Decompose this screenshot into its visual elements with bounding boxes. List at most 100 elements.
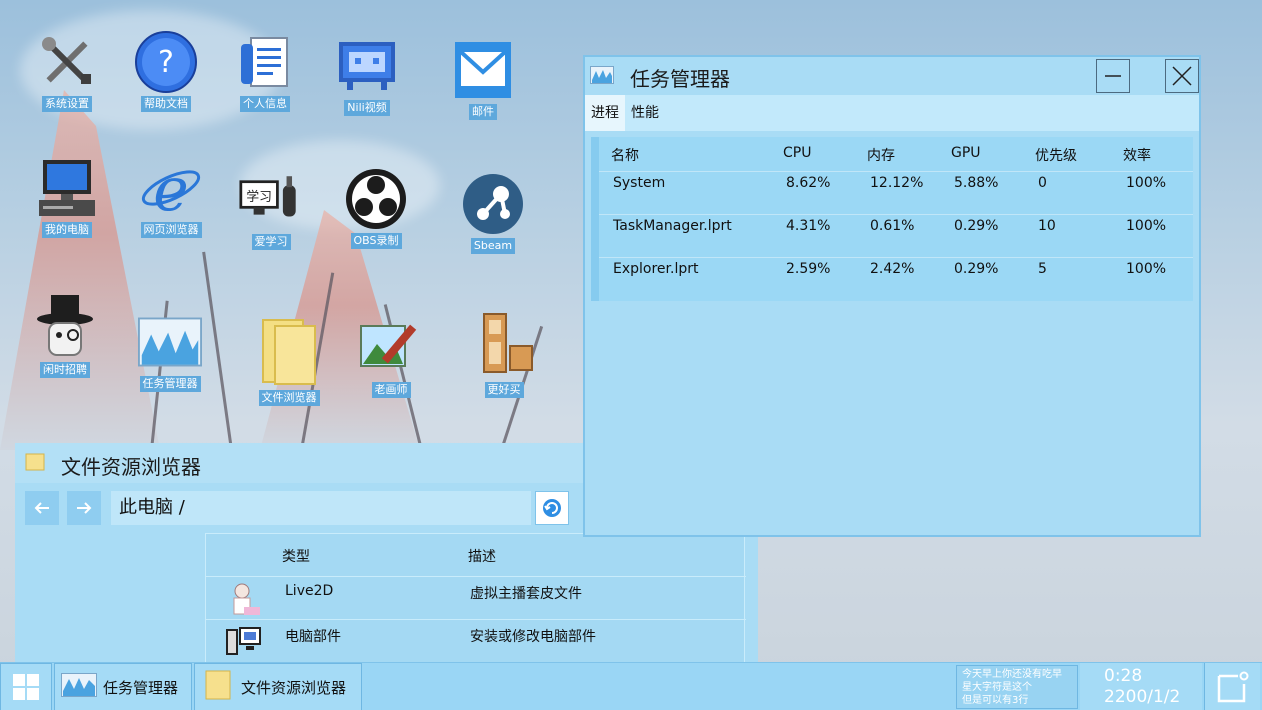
process-cpu: 8.62% — [786, 175, 831, 191]
refresh-icon — [543, 499, 561, 517]
mail-icon — [451, 38, 515, 102]
browser-icon: e — [139, 156, 203, 220]
desktop-icon-label: 闲时招聘 — [40, 362, 90, 378]
minimize-icon — [1105, 75, 1121, 77]
taskbar-item-label: 任务管理器 — [103, 678, 179, 697]
process-row[interactable]: Explorer.lprt 2.59% 2.42% 0.29% 5 100% — [599, 257, 1193, 300]
clock-date: 2200/1/2 — [1104, 687, 1181, 707]
back-button[interactable] — [25, 491, 59, 525]
study-icon: 学习 — [239, 168, 303, 232]
process-row[interactable]: TaskManager.lprt 4.31% 0.61% 0.29% 10 10… — [599, 214, 1193, 257]
desktop-icon-label: 老画师 — [371, 382, 411, 398]
desktop-icon-settings[interactable]: 系统设置 — [22, 30, 112, 112]
folder-icon — [205, 670, 231, 704]
file-desc: 虚拟主播套皮文件 — [470, 586, 582, 602]
tab-processes[interactable]: 进程 — [585, 95, 625, 131]
taskbar-notice: 今天早上你还没有吃早 星大字符是这个 但是可以有3行 — [956, 665, 1078, 709]
desktop-icon-computer[interactable]: 我的电脑 — [22, 156, 112, 238]
process-memory: 12.12% — [870, 175, 924, 191]
process-efficiency: 100% — [1126, 175, 1167, 191]
close-button[interactable] — [1165, 59, 1199, 93]
process-cpu: 2.59% — [786, 261, 831, 277]
taskbar: 任务管理器 文件资源浏览器 今天早上你还没有吃早 星大字符是这个 但是可以有3行… — [0, 662, 1262, 710]
file-row[interactable]: Live2D 虚拟主播套皮文件 — [206, 576, 746, 619]
desktop-icon-browser[interactable]: e 网页浏览器 — [126, 156, 216, 238]
shop-icon — [472, 308, 536, 380]
process-cpu: 4.31% — [786, 218, 831, 234]
desktop-icon-help[interactable]: ? 帮助文档 — [121, 30, 211, 112]
desktop-icon-label: 邮件 — [469, 104, 497, 120]
hat-ghost-icon — [33, 295, 97, 360]
svg-text:学习: 学习 — [246, 189, 272, 205]
taskbar-item-file-explorer[interactable]: 文件资源浏览器 — [194, 663, 362, 710]
column-header-desc[interactable]: 描述 — [468, 546, 496, 566]
process-name: Explorer.lprt — [613, 261, 699, 277]
task-chart-icon — [61, 673, 97, 701]
desktop-icon-obs[interactable]: OBS录制 — [331, 167, 421, 249]
path-input[interactable]: 此电脑 / — [111, 491, 531, 525]
minimize-button[interactable] — [1096, 59, 1130, 93]
process-priority: 10 — [1038, 218, 1056, 234]
task-manager-titlebar[interactable]: 任务管理器 — [585, 57, 1199, 95]
column-header-cpu[interactable]: CPU — [783, 145, 811, 161]
file-type: Live2D — [285, 583, 334, 599]
notification-button[interactable] — [1204, 663, 1260, 710]
desktop-icon-shop[interactable]: 更好买 — [459, 308, 549, 398]
notice-line: 但是可以有3行 — [962, 695, 1029, 706]
folder-icon — [25, 452, 45, 476]
notification-icon — [1217, 671, 1248, 703]
refresh-button[interactable] — [535, 491, 569, 525]
process-priority: 5 — [1038, 261, 1047, 277]
column-header-name[interactable]: 名称 — [611, 145, 639, 165]
desktop-icon-study[interactable]: 学习 爱学习 — [226, 168, 316, 250]
column-header-memory[interactable]: 内存 — [867, 145, 895, 165]
wallpaper-peak — [0, 90, 160, 450]
tab-performance[interactable]: 性能 — [625, 95, 665, 131]
desktop-icon-painter[interactable]: 老画师 — [346, 316, 436, 398]
desktop-icon-profile[interactable]: 个人信息 — [220, 30, 310, 112]
process-row[interactable]: System 8.62% 12.12% 5.88% 0 100% — [599, 171, 1193, 214]
file-desc: 安装或修改电脑部件 — [470, 629, 596, 645]
clock[interactable]: 0:28 2200/1/2 — [1080, 663, 1202, 710]
process-priority: 0 — [1038, 175, 1047, 191]
taskbar-item-task-manager[interactable]: 任务管理器 — [54, 663, 192, 710]
column-header-type[interactable]: 类型 — [282, 546, 310, 566]
desktop-icon-label: 网页浏览器 — [140, 222, 202, 238]
desktop-icon-taskmanager[interactable]: 任务管理器 — [125, 310, 215, 392]
column-header-gpu[interactable]: GPU — [951, 145, 981, 161]
file-list: 类型 描述 Live2D 虚拟主播套皮文件 电脑部件 安装或修改电脑部件 — [205, 533, 746, 663]
svg-text:?: ? — [158, 45, 174, 80]
desktop-icon-files[interactable]: 文件浏览器 — [244, 316, 334, 406]
process-name: TaskManager.lprt — [613, 218, 732, 234]
start-button[interactable] — [0, 663, 52, 710]
computer-icon — [35, 156, 99, 220]
svg-text:e: e — [153, 156, 189, 220]
task-manager-tabs: 进程 性能 — [585, 95, 1199, 131]
file-row[interactable]: 电脑部件 安装或修改电脑部件 — [206, 619, 746, 662]
desktop-icon-label: 帮助文档 — [141, 96, 191, 112]
window-title: 文件资源浏览器 — [61, 455, 201, 479]
desktop-icon-mail[interactable]: 邮件 — [438, 38, 528, 120]
file-explorer-navbar: 此电脑 / — [23, 491, 583, 525]
desktop-icon-label: 更好买 — [484, 382, 524, 398]
process-table: 名称 CPU 内存 GPU 优先级 效率 System 8.62% 12.12%… — [591, 137, 1193, 301]
column-header-efficiency[interactable]: 效率 — [1123, 145, 1151, 165]
desktop-icon-label: OBS录制 — [350, 233, 402, 249]
desktop-icon-sbeam[interactable]: Sbeam — [448, 172, 538, 254]
task-chart-icon — [138, 310, 202, 374]
process-gpu: 0.29% — [954, 218, 999, 234]
file-type: 电脑部件 — [285, 629, 341, 645]
task-manager-window[interactable]: 任务管理器 进程 性能 名称 CPU 内存 GPU 优先级 效率 System … — [583, 55, 1201, 537]
desktop-icon-label: 爱学习 — [251, 234, 291, 250]
obs-icon — [344, 167, 408, 231]
windows-icon — [13, 674, 39, 700]
process-gpu: 5.88% — [954, 175, 999, 191]
forward-button[interactable] — [67, 491, 101, 525]
column-header-priority[interactable]: 优先级 — [1035, 145, 1077, 165]
live2d-avatar-icon — [226, 581, 262, 623]
desktop-icon-video[interactable]: Nili视频 — [322, 34, 412, 116]
desktop-icon-jobs[interactable]: 闲时招聘 — [20, 295, 110, 378]
notice-line: 今天早上你还没有吃早 — [962, 669, 1062, 680]
task-chart-icon — [590, 66, 614, 88]
computer-parts-icon — [226, 626, 262, 660]
